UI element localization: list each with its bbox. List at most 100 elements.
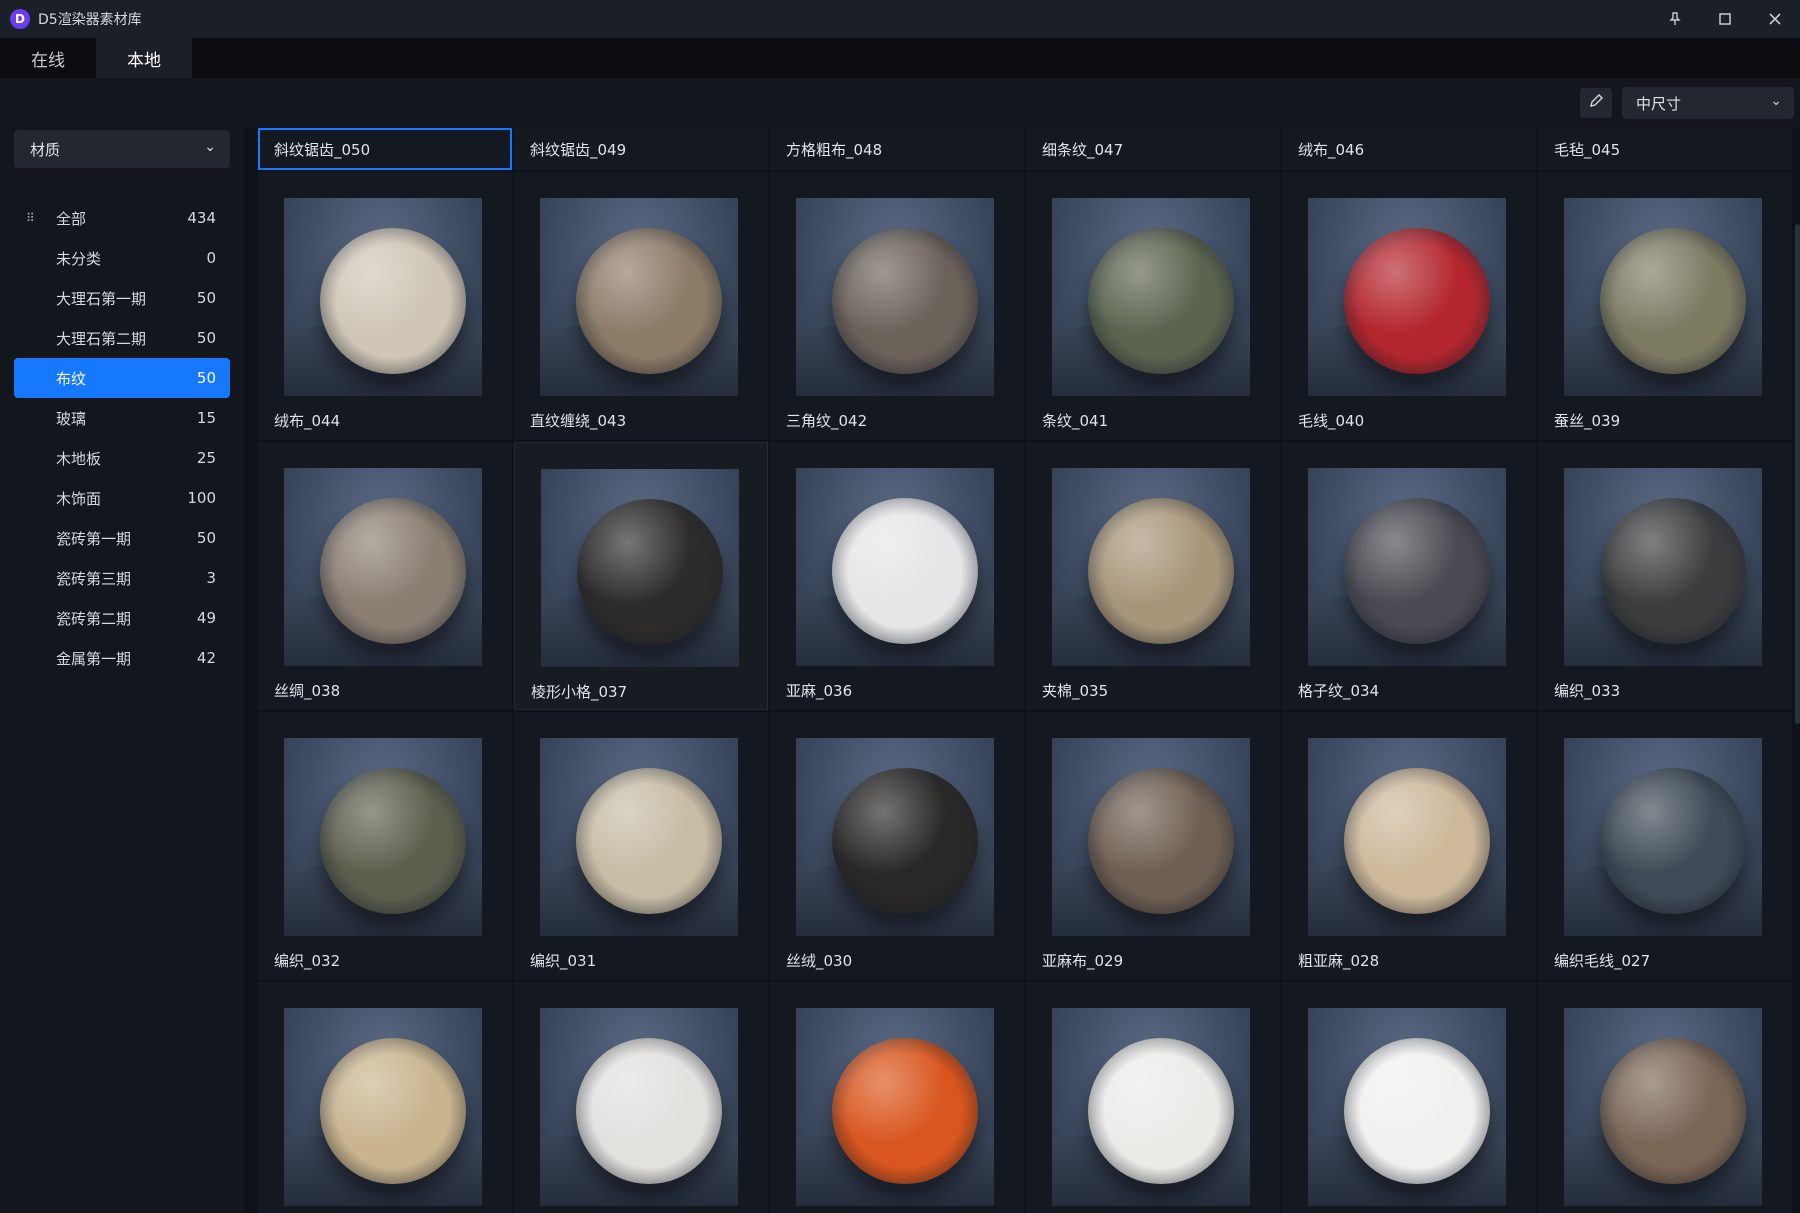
material-thumbnail xyxy=(284,1008,482,1206)
material-tile[interactable]: 毛线_040 xyxy=(1282,172,1536,440)
material-tile-label[interactable]: 斜纹锯齿_049 xyxy=(514,128,768,170)
material-tile[interactable]: 直纹缠绕_043 xyxy=(514,172,768,440)
category-label: 未分类 xyxy=(56,249,102,268)
sidebar-category-item[interactable]: 瓷砖第二期 49 xyxy=(14,598,230,638)
pin-icon[interactable] xyxy=(1650,0,1700,38)
material-tile[interactable]: 三角纹_042 xyxy=(770,172,1024,440)
sidebar-category-item[interactable]: 木地板 25 xyxy=(14,438,230,478)
material-sphere xyxy=(1600,1038,1746,1184)
material-name: 丝绒_030 xyxy=(786,952,853,970)
category-label: 木饰面 xyxy=(56,489,102,508)
material-tile[interactable] xyxy=(1282,982,1536,1213)
material-name: 亚麻布_029 xyxy=(1042,952,1124,970)
category-count: 49 xyxy=(196,609,216,627)
material-tile[interactable]: 棱形小格_037 xyxy=(514,442,768,710)
grid-dots-icon: ⠿ xyxy=(26,211,35,225)
material-tile[interactable]: 亚麻布_029 xyxy=(1026,712,1280,980)
material-sphere xyxy=(1600,228,1746,374)
category-label: 大理石第二期 xyxy=(56,329,147,348)
material-tile-label[interactable]: 毛毡_045 xyxy=(1538,128,1792,170)
material-sphere xyxy=(320,228,466,374)
material-name: 棱形小格_037 xyxy=(531,683,628,701)
category-count: 50 xyxy=(196,289,216,307)
material-name: 三角纹_042 xyxy=(786,412,868,430)
material-tile[interactable]: 格子纹_034 xyxy=(1282,442,1536,710)
material-tile-label[interactable]: 绒布_046 xyxy=(1282,128,1536,170)
material-thumbnail xyxy=(796,738,994,936)
app-logo: D xyxy=(10,9,30,29)
sidebar-category-item[interactable]: 瓷砖第三期 3 xyxy=(14,558,230,598)
tab-online[interactable]: 在线 xyxy=(0,38,96,78)
sidebar-category-item[interactable]: 木饰面 100 xyxy=(14,478,230,518)
material-tile[interactable]: 编织_031 xyxy=(514,712,768,980)
material-sphere xyxy=(1344,768,1490,914)
material-tile[interactable]: 丝绒_030 xyxy=(770,712,1024,980)
sidebar-category-item[interactable]: 大理石第二期 50 xyxy=(14,318,230,358)
material-thumbnail xyxy=(796,468,994,666)
material-tile[interactable]: 丝绸_038 xyxy=(258,442,512,710)
material-thumbnail xyxy=(1564,198,1762,396)
material-tile-label[interactable]: 方格粗布_048 xyxy=(770,128,1024,170)
edit-button[interactable] xyxy=(1580,88,1612,118)
material-sphere xyxy=(320,498,466,644)
material-tile-label[interactable]: 细条纹_047 xyxy=(1026,128,1280,170)
category-label: 瓷砖第二期 xyxy=(56,609,132,628)
material-tile[interactable]: 编织_032 xyxy=(258,712,512,980)
material-tile[interactable]: 蚕丝_039 xyxy=(1538,172,1792,440)
category-select[interactable]: 材质 ⌄ xyxy=(14,130,230,168)
material-tile[interactable] xyxy=(770,982,1024,1213)
material-name: 条纹_041 xyxy=(1042,412,1109,430)
material-thumbnail xyxy=(1308,1008,1506,1206)
material-tile[interactable] xyxy=(1026,982,1280,1213)
material-tile[interactable] xyxy=(1538,982,1792,1213)
material-tile[interactable] xyxy=(514,982,768,1213)
material-thumbnail xyxy=(1308,468,1506,666)
material-name: 编织_033 xyxy=(1554,682,1621,700)
material-thumbnail xyxy=(284,198,482,396)
material-tile[interactable]: 绒布_044 xyxy=(258,172,512,440)
material-sphere xyxy=(576,768,722,914)
material-sphere xyxy=(1344,228,1490,374)
title-bar: D D5渲染器素材库 xyxy=(0,0,1800,38)
material-tile[interactable]: 编织_033 xyxy=(1538,442,1792,710)
material-tile[interactable]: 编织毛线_027 xyxy=(1538,712,1792,980)
material-tile[interactable]: 亚麻_036 xyxy=(770,442,1024,710)
sidebar-category-item[interactable]: 玻璃 15 xyxy=(14,398,230,438)
pencil-icon xyxy=(1588,93,1604,113)
sidebar-category-item[interactable]: 大理石第一期 50 xyxy=(14,278,230,318)
material-tile[interactable]: 夹棉_035 xyxy=(1026,442,1280,710)
material-thumbnail xyxy=(1308,738,1506,936)
close-icon[interactable] xyxy=(1750,0,1800,38)
category-count: 3 xyxy=(206,569,216,587)
material-tile[interactable]: 粗亚麻_028 xyxy=(1282,712,1536,980)
material-sphere xyxy=(1088,498,1234,644)
material-tile[interactable]: 条纹_041 xyxy=(1026,172,1280,440)
material-thumbnail xyxy=(1308,198,1506,396)
material-thumbnail xyxy=(540,738,738,936)
material-thumbnail xyxy=(1052,1008,1250,1206)
chevron-down-icon: ⌄ xyxy=(204,139,216,155)
material-thumbnail xyxy=(541,469,739,667)
tab-local[interactable]: 本地 xyxy=(96,38,192,78)
sidebar-category-item[interactable]: ⠿ 全部 434 xyxy=(14,198,230,238)
material-sphere xyxy=(1088,1038,1234,1184)
maximize-icon[interactable] xyxy=(1700,0,1750,38)
sidebar-category-item[interactable]: 金属第一期 42 xyxy=(14,638,230,678)
category-label: 布纹 xyxy=(56,369,87,388)
material-name: 丝绸_038 xyxy=(274,682,341,700)
toolbar: 中尺寸 ⌄ xyxy=(0,78,1800,128)
material-sphere xyxy=(576,228,722,374)
material-name: 夹棉_035 xyxy=(1042,682,1109,700)
material-name: 绒布_044 xyxy=(274,412,341,430)
material-sphere xyxy=(1600,498,1746,644)
material-tile-label[interactable]: 斜纹锯齿_050 xyxy=(258,128,512,170)
material-thumbnail xyxy=(1564,468,1762,666)
sidebar-category-item[interactable]: 布纹 50 xyxy=(14,358,230,398)
sidebar-category-item[interactable]: 未分类 0 xyxy=(14,238,230,278)
scrollbar[interactable] xyxy=(1795,224,1800,724)
sidebar-category-item[interactable]: 瓷砖第一期 50 xyxy=(14,518,230,558)
size-select[interactable]: 中尺寸 ⌄ xyxy=(1622,87,1794,119)
material-thumbnail xyxy=(796,1008,994,1206)
material-tile[interactable] xyxy=(258,982,512,1213)
material-name: 粗亚麻_028 xyxy=(1298,952,1380,970)
